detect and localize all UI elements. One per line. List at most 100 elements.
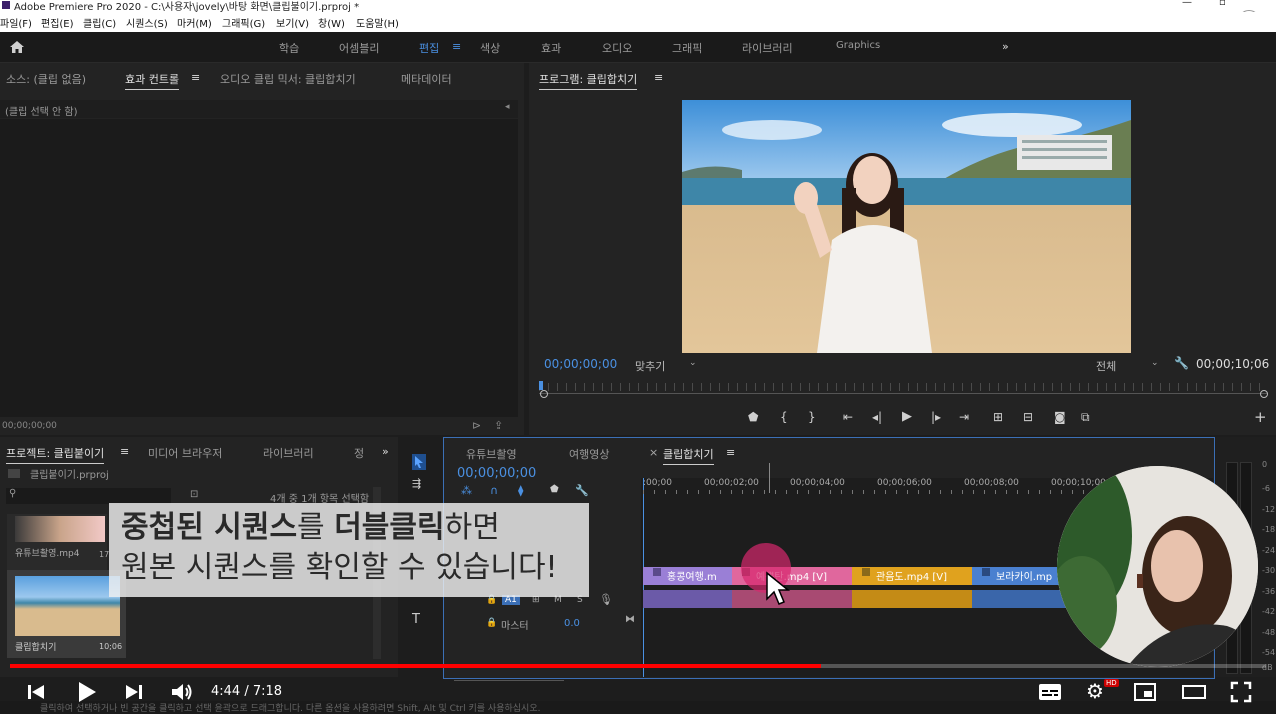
menu-clip[interactable]: 클립(C) xyxy=(83,15,116,30)
microphone-icon[interactable]: 🎙 xyxy=(599,593,613,606)
fit-chevron-icon[interactable]: ⌄ xyxy=(689,358,697,368)
go-to-in-icon[interactable]: ⇤ xyxy=(843,410,853,424)
panel-menu-icon[interactable]: ≡ xyxy=(191,71,200,84)
step-back-icon[interactable]: ◂| xyxy=(872,410,882,424)
export-frame-icon[interactable]: ◙ xyxy=(1054,410,1066,424)
close-tab-icon[interactable]: × xyxy=(649,446,658,459)
maximize-icon[interactable]: ▫ xyxy=(1219,0,1226,8)
tab-timeline-travel[interactable]: 여행영상 xyxy=(569,446,609,462)
go-to-out-icon[interactable]: ⇥ xyxy=(959,410,969,424)
quality-chevron-icon[interactable]: ⌄ xyxy=(1151,358,1159,368)
previous-icon[interactable] xyxy=(26,682,46,702)
home-icon[interactable] xyxy=(9,40,25,54)
workspace-color[interactable]: 색상 xyxy=(480,40,500,56)
menu-file[interactable]: 파일(F) xyxy=(0,15,32,30)
timeline-timecode[interactable]: 00;00;00;00 xyxy=(457,466,536,481)
add-button-icon[interactable]: + xyxy=(1254,408,1267,426)
timeline-marker-icon[interactable]: ⬟ xyxy=(550,484,559,495)
tab-project[interactable]: 프로젝트: 클립붙이기 xyxy=(6,445,105,464)
zoom-handle-left[interactable] xyxy=(540,390,548,398)
comparison-view-icon[interactable]: ⧉ xyxy=(1081,410,1090,425)
menu-marker[interactable]: 마커(M) xyxy=(177,15,212,30)
video-clip[interactable]: 관음도.mp4 [V] xyxy=(852,567,972,585)
video-clip[interactable]: 홍콩여행.m xyxy=(643,567,732,585)
program-menu-icon[interactable]: ≡ xyxy=(654,71,663,84)
step-forward-icon[interactable]: |▸ xyxy=(931,410,941,424)
workspace-editing[interactable]: 편집 xyxy=(419,40,439,56)
track-select-tool-icon[interactable]: ⇶ xyxy=(412,477,421,490)
caption-bold: 중첩된 시퀀스 xyxy=(121,510,298,545)
youtube-play-icon[interactable] xyxy=(76,680,98,704)
master-lock-icon[interactable]: 🔒 xyxy=(486,618,497,628)
quality-dropdown[interactable]: 전체 xyxy=(1096,358,1116,374)
tab-overflow[interactable]: 정 xyxy=(354,445,364,461)
tab-source[interactable]: 소스: (클립 없음) xyxy=(6,71,86,87)
tab-audio-clip-mixer[interactable]: 오디오 클립 믹서: 클립합치기 xyxy=(220,71,356,87)
subtitles-icon[interactable] xyxy=(1038,682,1062,702)
tab-timeline-merge[interactable]: 클립합치기 xyxy=(663,446,714,465)
audio-clip[interactable] xyxy=(732,590,852,608)
selection-tool-icon[interactable] xyxy=(412,454,426,470)
workspace-graphics[interactable]: 그래픽 xyxy=(672,40,702,56)
workspace-audio[interactable]: 오디오 xyxy=(602,40,632,56)
nest-icon[interactable]: ⁂ xyxy=(461,484,472,497)
project-item-youtube[interactable]: 유튜브촬영.mp4 17 xyxy=(7,514,109,576)
video-progress-track[interactable] xyxy=(10,664,1266,668)
menu-window[interactable]: 창(W) xyxy=(318,15,345,30)
settings-gear-icon[interactable]: ⚙ xyxy=(1086,679,1104,703)
program-timecode-left[interactable]: 00;00;00;00 xyxy=(544,357,617,371)
fullscreen-icon[interactable] xyxy=(1230,681,1252,703)
workspace-libraries[interactable]: 라이브러리 xyxy=(742,40,793,56)
workspace-assembly[interactable]: 어셈블리 xyxy=(339,40,379,56)
audio-clip[interactable] xyxy=(643,590,732,608)
audio-clip[interactable] xyxy=(852,590,972,608)
filter-icon[interactable]: ⊳ xyxy=(472,419,481,432)
master-value[interactable]: 0.0 xyxy=(564,618,580,629)
menu-view[interactable]: 보기(V) xyxy=(276,15,309,30)
mark-in-icon[interactable]: { xyxy=(780,410,788,424)
linked-selection-icon[interactable]: ⧫ xyxy=(518,484,523,497)
timeline-settings-icon[interactable]: 🔧 xyxy=(575,484,589,497)
workspace-menu-icon[interactable]: ≡ xyxy=(452,40,461,53)
more-tabs-icon[interactable]: » xyxy=(382,445,389,458)
program-scrubber[interactable] xyxy=(539,381,1269,401)
theater-mode-icon[interactable] xyxy=(1181,682,1207,702)
new-bin-icon[interactable]: ⊡ xyxy=(190,489,198,500)
tab-library[interactable]: 라이브러리 xyxy=(263,445,314,461)
project-search-input[interactable]: ⚲ xyxy=(6,488,171,504)
add-marker-icon[interactable]: ⬟ xyxy=(748,410,758,424)
menu-edit[interactable]: 편집(E) xyxy=(41,15,74,30)
wrench-icon[interactable]: 🔧 xyxy=(1174,356,1189,370)
menu-help[interactable]: 도움말(H) xyxy=(356,15,399,30)
more-workspaces-icon[interactable]: » xyxy=(1002,40,1009,53)
snap-icon[interactable]: ∩ xyxy=(490,484,498,497)
minimize-icon[interactable]: — xyxy=(1182,0,1192,8)
type-tool-icon[interactable]: T xyxy=(412,612,420,627)
extract-icon[interactable]: ⊟ xyxy=(1023,410,1033,424)
project-menu-icon[interactable]: ≡ xyxy=(120,445,129,458)
zoom-handle-right[interactable] xyxy=(1260,390,1268,398)
timeline-menu-icon[interactable]: ≡ xyxy=(726,446,735,459)
tab-metadata[interactable]: 메타데이터 xyxy=(401,71,452,87)
tab-media-browser[interactable]: 미디어 브라우저 xyxy=(148,445,222,461)
tab-program[interactable]: 프로그램: 클립합치기 xyxy=(539,71,638,90)
next-icon[interactable] xyxy=(124,682,144,702)
tab-timeline-youtube[interactable]: 유튜브촬영 xyxy=(466,446,517,462)
workspace-graphics-en[interactable]: Graphics xyxy=(836,40,880,51)
miniplayer-icon[interactable] xyxy=(1133,682,1157,702)
tab-effect-controls[interactable]: 효과 컨트롤 xyxy=(125,71,180,90)
workspace-effects[interactable]: 효과 xyxy=(541,40,561,56)
play-icon[interactable]: ▶ xyxy=(902,409,912,424)
menu-sequence[interactable]: 시퀀스(S) xyxy=(126,15,168,30)
workspace-learn[interactable]: 학습 xyxy=(279,40,299,56)
export-icon[interactable]: ⇪ xyxy=(494,419,503,432)
volume-icon[interactable] xyxy=(170,681,194,703)
lift-icon[interactable]: ⊞ xyxy=(993,410,1003,424)
mark-out-icon[interactable]: } xyxy=(808,410,816,424)
fit-dropdown[interactable]: 맞추기 xyxy=(635,358,665,374)
collapse-icon[interactable]: ◂ xyxy=(505,102,510,112)
master-collapse-icon[interactable]: ⧓ xyxy=(625,614,635,625)
timeline-zoom-bar[interactable] xyxy=(454,680,564,681)
menu-graphics[interactable]: 그래픽(G) xyxy=(222,15,265,30)
playhead-marker[interactable] xyxy=(539,381,543,390)
